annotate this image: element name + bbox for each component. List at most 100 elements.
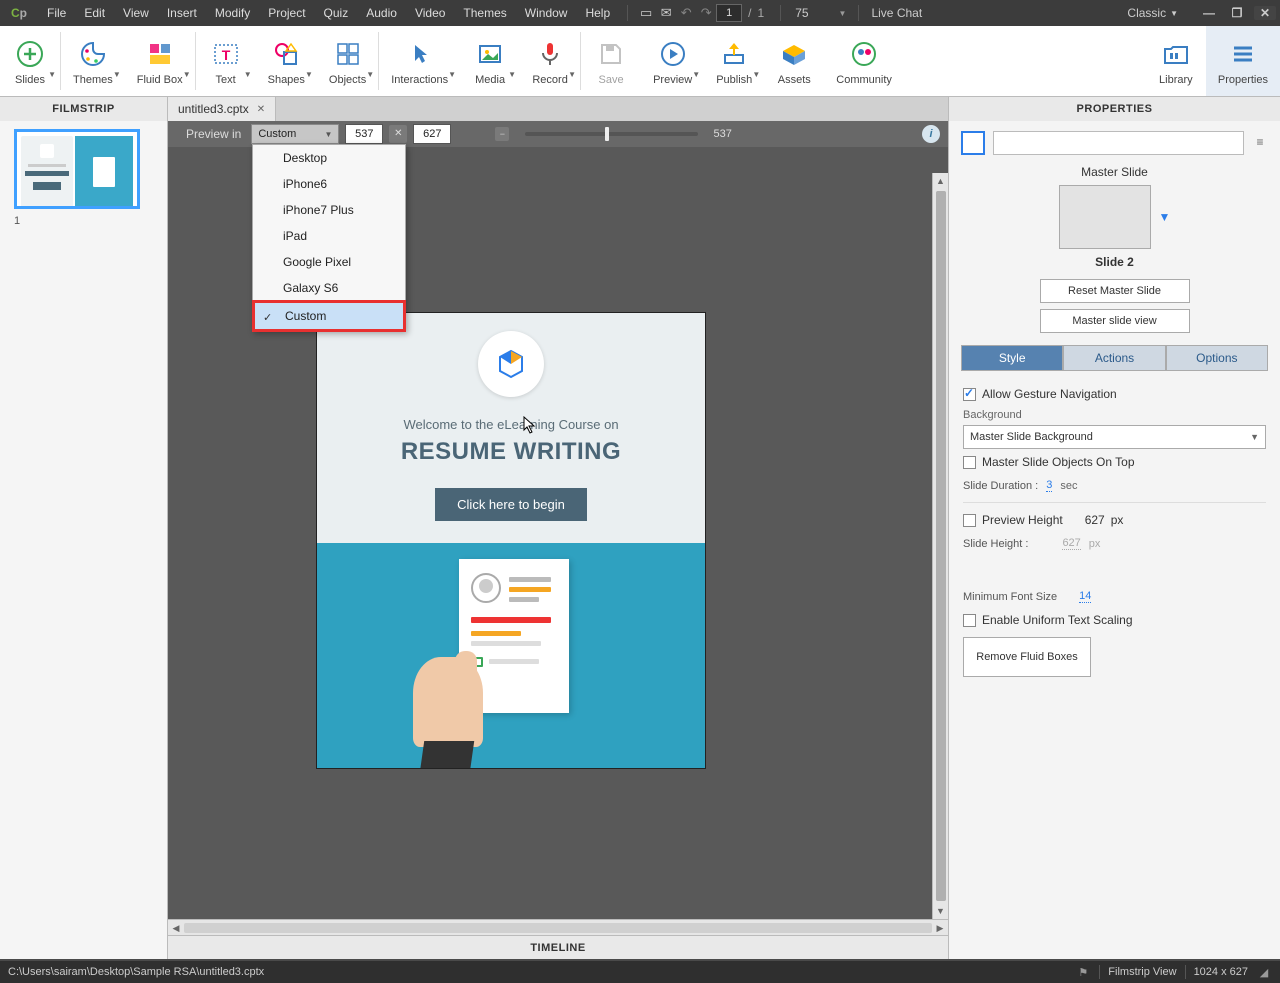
- objects-on-top-checkbox[interactable]: [963, 456, 976, 469]
- menu-audio[interactable]: Audio: [357, 0, 406, 26]
- menu-window[interactable]: Window: [516, 0, 577, 26]
- layout-icon[interactable]: ▭: [636, 3, 656, 23]
- slide-canvas[interactable]: Welcome to the eLearning Course on RESUM…: [316, 312, 706, 769]
- dd-item-iphone7plus[interactable]: iPhone7 Plus: [253, 197, 405, 223]
- min-font-label: Minimum Font Size: [963, 591, 1057, 603]
- min-font-value[interactable]: 14: [1079, 590, 1091, 603]
- slide-thumbnail[interactable]: 1: [14, 129, 153, 227]
- width-slider[interactable]: [525, 132, 697, 136]
- duration-value[interactable]: 3: [1046, 479, 1052, 492]
- menu-video[interactable]: Video: [406, 0, 454, 26]
- menu-view[interactable]: View: [114, 0, 158, 26]
- scroll-down-icon[interactable]: ▼: [933, 903, 949, 919]
- ribbon-library[interactable]: Library: [1146, 26, 1206, 96]
- ribbon-interactions[interactable]: ▼ Interactions: [379, 26, 460, 96]
- ribbon-text[interactable]: T ▼ Text: [196, 26, 256, 96]
- allow-gesture-checkbox[interactable]: [963, 388, 976, 401]
- minimize-icon[interactable]: —: [1198, 6, 1220, 20]
- background-select[interactable]: Master Slide Background ▼: [963, 425, 1266, 449]
- menu-file[interactable]: File: [38, 0, 75, 26]
- close-icon[interactable]: ✕: [1254, 6, 1276, 20]
- dd-item-ipad[interactable]: iPad: [253, 223, 405, 249]
- ribbon-save[interactable]: Save: [581, 26, 641, 96]
- chevron-down-icon: ▼: [366, 70, 374, 79]
- background-label: Background: [963, 409, 1266, 421]
- master-slide-thumbnail[interactable]: [1059, 185, 1151, 249]
- main-area: 1 Preview in Custom▼ 537 ✕ 627 − 537 i D…: [0, 121, 1280, 959]
- ribbon-preview[interactable]: ▼ Preview: [641, 26, 704, 96]
- ribbon-slides[interactable]: ▼ Slides: [0, 26, 60, 96]
- document-tab[interactable]: untitled3.cptx ✕: [168, 97, 276, 121]
- collapse-icon[interactable]: −: [495, 127, 509, 141]
- reset-master-button[interactable]: Reset Master Slide: [1040, 279, 1190, 303]
- tab-style[interactable]: Style: [961, 345, 1063, 371]
- ribbon-fluidbox[interactable]: ▼ Fluid Box: [125, 26, 195, 96]
- menu-themes[interactable]: Themes: [454, 0, 515, 26]
- panel-menu-icon[interactable]: ≡: [1252, 135, 1268, 151]
- status-filepath: C:\Users\sairam\Desktop\Sample RSA\untit…: [8, 966, 264, 978]
- ribbon-themes[interactable]: ▼ Themes: [61, 26, 125, 96]
- ribbon-properties[interactable]: Properties: [1206, 26, 1280, 96]
- dd-item-galaxys6[interactable]: Galaxy S6: [253, 275, 405, 301]
- menu-modify[interactable]: Modify: [206, 0, 259, 26]
- mail-icon[interactable]: ✉: [656, 3, 676, 23]
- tab-options[interactable]: Options: [1166, 345, 1268, 371]
- dd-item-desktop[interactable]: Desktop: [253, 145, 405, 171]
- undo-icon[interactable]: ↶: [676, 3, 696, 23]
- status-resize-icon[interactable]: ◢: [1256, 964, 1272, 980]
- chevron-down-icon: ▼: [305, 70, 313, 79]
- redo-icon[interactable]: ↷: [696, 3, 716, 23]
- tab-actions[interactable]: Actions: [1063, 345, 1165, 371]
- preview-height-value[interactable]: 627: [1085, 513, 1105, 527]
- preview-height-checkbox[interactable]: [963, 514, 976, 527]
- filmstrip-panel-title: Filmstrip: [0, 97, 168, 121]
- live-chat-link[interactable]: Live Chat: [871, 6, 922, 20]
- width-input[interactable]: 537: [345, 124, 383, 144]
- palette-icon: [75, 36, 111, 72]
- workspace-switcher[interactable]: Classic▼: [1127, 6, 1178, 20]
- shapes-icon: [268, 36, 304, 72]
- remove-fluid-boxes-button[interactable]: Remove Fluid Boxes: [963, 637, 1091, 677]
- status-flag-icon[interactable]: ⚑: [1075, 964, 1091, 980]
- vertical-scrollbar[interactable]: ▲ ▼: [932, 173, 948, 919]
- menu-help[interactable]: Help: [576, 0, 619, 26]
- dd-item-custom[interactable]: ✓ Custom: [252, 300, 406, 332]
- chevron-down-icon: ▼: [113, 70, 121, 79]
- scroll-right-icon[interactable]: ▶: [932, 920, 948, 936]
- scroll-up-icon[interactable]: ▲: [933, 173, 949, 189]
- ribbon-assets[interactable]: Assets: [764, 26, 824, 96]
- close-tab-icon[interactable]: ✕: [257, 104, 265, 115]
- scroll-left-icon[interactable]: ◀: [168, 920, 184, 936]
- slide-begin-button[interactable]: Click here to begin: [435, 488, 587, 521]
- object-name-input[interactable]: [993, 131, 1244, 155]
- maximize-icon[interactable]: ❐: [1226, 6, 1248, 20]
- menu-edit[interactable]: Edit: [75, 0, 114, 26]
- ribbon-publish[interactable]: ▼ Publish: [704, 26, 764, 96]
- ribbon-media[interactable]: ▼ Media: [460, 26, 520, 96]
- dd-item-iphone6[interactable]: iPhone6: [253, 171, 405, 197]
- zoom-dd-arrow-icon[interactable]: ▼: [839, 9, 847, 18]
- menu-project[interactable]: Project: [259, 0, 314, 26]
- timeline-panel-title[interactable]: Timeline: [168, 935, 948, 959]
- menu-quiz[interactable]: Quiz: [315, 0, 358, 26]
- ribbon-record[interactable]: ▼ Record: [520, 26, 580, 96]
- zoom-value: 75: [795, 6, 808, 20]
- master-slide-dropdown-icon[interactable]: ▼: [1159, 210, 1171, 224]
- info-icon[interactable]: i: [922, 125, 940, 143]
- horizontal-scrollbar[interactable]: ◀ ▶: [168, 919, 948, 935]
- ribbon-objects[interactable]: ▼ Objects: [317, 26, 378, 96]
- ribbon-community[interactable]: Community: [824, 26, 904, 96]
- preview-device-dropdown[interactable]: Custom▼: [251, 124, 339, 144]
- page-total: 1: [758, 6, 765, 20]
- height-input[interactable]: 627: [413, 124, 451, 144]
- chevron-down-icon: ▼: [324, 130, 332, 139]
- master-slide-view-button[interactable]: Master slide view: [1040, 309, 1190, 333]
- dd-item-googlepixel[interactable]: Google Pixel: [253, 249, 405, 275]
- chevron-down-icon: ▼: [448, 70, 456, 79]
- clear-width-icon[interactable]: ✕: [389, 125, 407, 143]
- menu-insert[interactable]: Insert: [158, 0, 206, 26]
- uniform-scaling-checkbox[interactable]: [963, 614, 976, 627]
- image-icon: [472, 36, 508, 72]
- page-current-input[interactable]: 1: [716, 4, 742, 22]
- ribbon-shapes[interactable]: ▼ Shapes: [256, 26, 317, 96]
